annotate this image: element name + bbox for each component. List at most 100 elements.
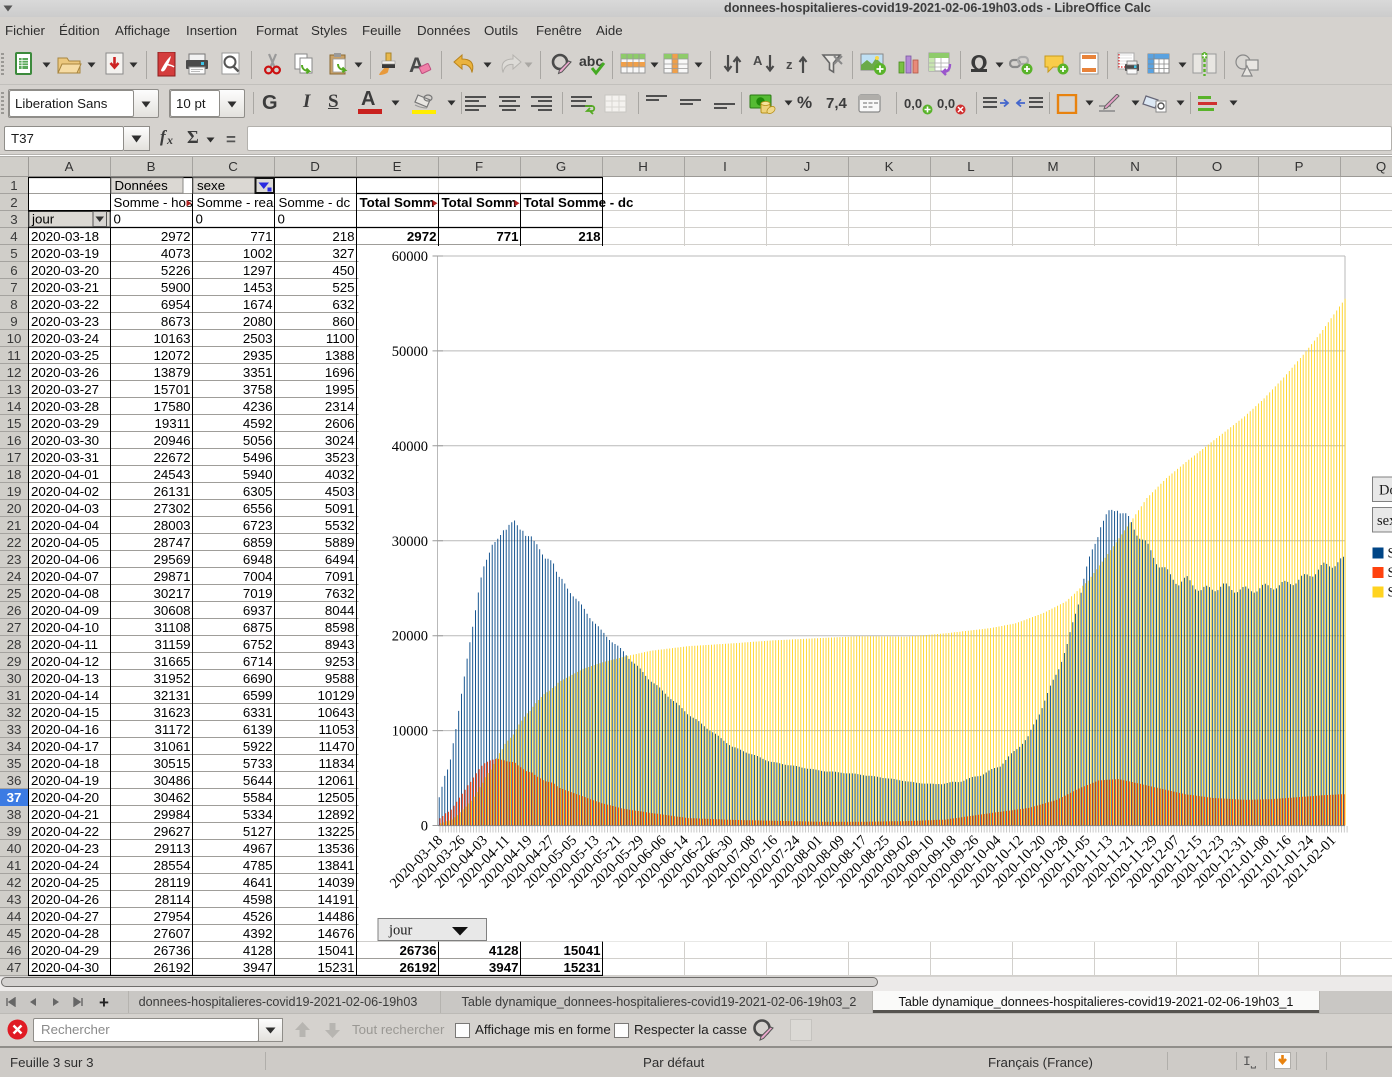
svg-text:13225: 13225 xyxy=(318,824,355,839)
svg-text:2020-03-23: 2020-03-23 xyxy=(31,314,99,329)
svg-text:2020-04-09: 2020-04-09 xyxy=(31,603,99,618)
svg-text:6331: 6331 xyxy=(243,705,273,720)
svg-text:1297: 1297 xyxy=(243,263,273,278)
svg-text:5900: 5900 xyxy=(161,280,191,295)
svg-text:2020-04-30: 2020-04-30 xyxy=(31,960,99,975)
svg-text:860: 860 xyxy=(332,314,354,329)
svg-text:11834: 11834 xyxy=(319,756,355,771)
svg-text:11053: 11053 xyxy=(319,722,355,737)
svg-text:2020-04-17: 2020-04-17 xyxy=(31,739,99,754)
svg-text:4598: 4598 xyxy=(243,892,273,907)
svg-text:5127: 5127 xyxy=(243,824,273,839)
svg-text:5334: 5334 xyxy=(243,807,273,822)
svg-text:2020-04-07: 2020-04-07 xyxy=(31,569,99,584)
svg-text:15231: 15231 xyxy=(564,960,602,975)
svg-text:15231: 15231 xyxy=(318,960,355,975)
svg-text:K: K xyxy=(885,159,894,174)
svg-text:46: 46 xyxy=(7,943,22,958)
svg-text:28119: 28119 xyxy=(155,875,191,890)
svg-text:525: 525 xyxy=(332,280,354,295)
svg-text:9253: 9253 xyxy=(325,654,355,669)
svg-text:26131: 26131 xyxy=(154,484,191,499)
svg-text:29871: 29871 xyxy=(154,569,191,584)
svg-text:15: 15 xyxy=(7,416,22,431)
svg-text:8044: 8044 xyxy=(325,603,355,618)
svg-text:31623: 31623 xyxy=(154,705,191,720)
svg-text:2020-03-19: 2020-03-19 xyxy=(31,246,99,261)
svg-text:5733: 5733 xyxy=(243,756,273,771)
svg-text:1674: 1674 xyxy=(243,297,273,312)
svg-text:2020-04-22: 2020-04-22 xyxy=(31,824,99,839)
svg-text:30: 30 xyxy=(7,671,22,686)
svg-text:4967: 4967 xyxy=(243,841,273,856)
svg-text:14: 14 xyxy=(7,399,22,414)
svg-text:1388: 1388 xyxy=(325,348,355,363)
svg-text:38: 38 xyxy=(7,807,22,822)
svg-text:33: 33 xyxy=(7,722,22,737)
svg-text:27954: 27954 xyxy=(154,909,191,924)
svg-text:Somme - rea: Somme - rea xyxy=(197,195,274,210)
svg-text:28554: 28554 xyxy=(154,858,191,873)
svg-text:12061: 12061 xyxy=(318,773,355,788)
svg-text:2020-04-06: 2020-04-06 xyxy=(31,552,99,567)
svg-text:2020-03-21: 2020-03-21 xyxy=(31,280,99,295)
svg-text:27607: 27607 xyxy=(154,926,191,941)
svg-text:24: 24 xyxy=(7,569,22,584)
svg-text:31061: 31061 xyxy=(154,739,191,754)
svg-text:4128: 4128 xyxy=(489,943,519,958)
svg-text:14486: 14486 xyxy=(318,909,355,924)
svg-text:24543: 24543 xyxy=(154,467,191,482)
svg-text:sexe: sexe xyxy=(197,178,225,193)
svg-text:3523: 3523 xyxy=(325,450,355,465)
svg-text:25: 25 xyxy=(7,586,22,601)
svg-text:2020-03-24: 2020-03-24 xyxy=(31,331,99,346)
svg-text:15041: 15041 xyxy=(564,943,602,958)
svg-text:6: 6 xyxy=(10,263,17,278)
svg-text:2: 2 xyxy=(10,195,17,210)
svg-text:2314: 2314 xyxy=(325,399,355,414)
svg-text:M: M xyxy=(1047,159,1058,174)
svg-text:Données: Données xyxy=(115,178,169,193)
svg-text:12505: 12505 xyxy=(318,790,355,805)
svg-text:6305: 6305 xyxy=(243,484,273,499)
svg-text:D: D xyxy=(310,159,320,174)
svg-text:4236: 4236 xyxy=(243,399,273,414)
svg-text:3947: 3947 xyxy=(489,960,519,975)
svg-text:2935: 2935 xyxy=(243,348,273,363)
svg-text:22672: 22672 xyxy=(154,450,191,465)
svg-text:3947: 3947 xyxy=(243,960,273,975)
svg-text:45: 45 xyxy=(7,926,22,941)
svg-text:7091: 7091 xyxy=(325,569,355,584)
svg-text:13841: 13841 xyxy=(318,858,355,873)
svg-text:I: I xyxy=(723,159,727,174)
svg-text:4503: 4503 xyxy=(325,484,355,499)
svg-text:30217: 30217 xyxy=(154,586,191,601)
svg-text:7004: 7004 xyxy=(243,569,273,584)
svg-text:5: 5 xyxy=(10,246,17,261)
svg-text:18: 18 xyxy=(7,467,22,482)
svg-text:A: A xyxy=(65,159,74,174)
svg-text:F: F xyxy=(475,159,483,174)
svg-text:16: 16 xyxy=(7,433,22,448)
svg-text:10163: 10163 xyxy=(154,331,191,346)
svg-text:4641: 4641 xyxy=(243,875,273,890)
svg-text:11: 11 xyxy=(7,348,21,363)
svg-text:jour: jour xyxy=(31,212,55,227)
svg-text:632: 632 xyxy=(332,297,354,312)
svg-text:39: 39 xyxy=(7,824,22,839)
svg-text:20946: 20946 xyxy=(154,433,191,448)
svg-text:8: 8 xyxy=(10,297,17,312)
svg-text:13536: 13536 xyxy=(318,841,355,856)
svg-text:1995: 1995 xyxy=(325,382,355,397)
svg-text:sex: sex xyxy=(1377,513,1392,529)
svg-text:2020-04-19: 2020-04-19 xyxy=(31,773,99,788)
svg-text:N: N xyxy=(1130,159,1140,174)
svg-text:26: 26 xyxy=(7,603,22,618)
svg-text:23: 23 xyxy=(7,552,22,567)
svg-text:26736: 26736 xyxy=(400,943,437,958)
svg-text:31172: 31172 xyxy=(155,722,191,737)
svg-text:6875: 6875 xyxy=(243,620,273,635)
svg-text:9588: 9588 xyxy=(325,671,355,686)
svg-text:40: 40 xyxy=(7,841,22,856)
svg-text:2606: 2606 xyxy=(325,416,355,431)
